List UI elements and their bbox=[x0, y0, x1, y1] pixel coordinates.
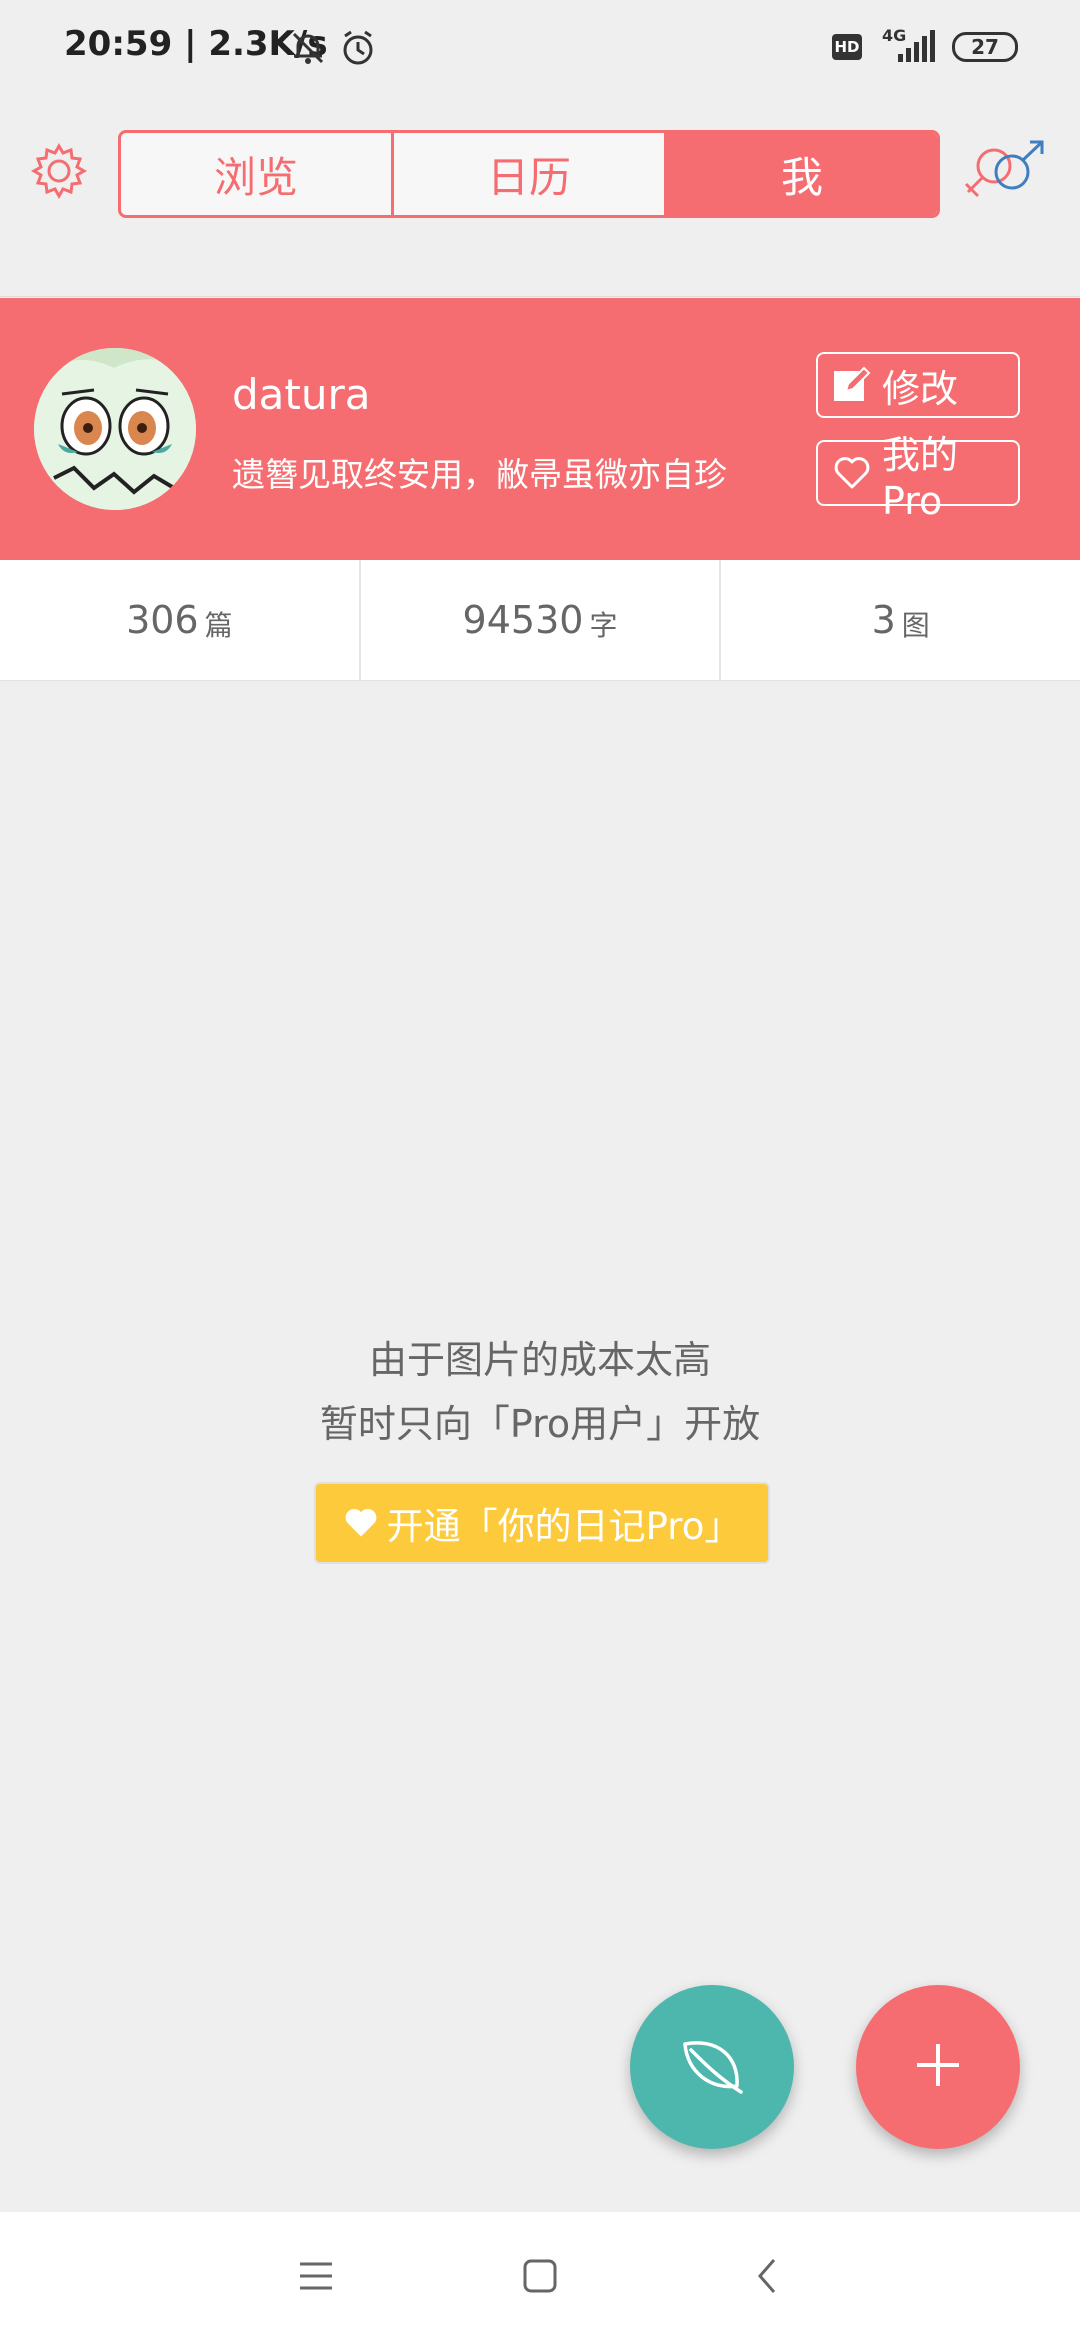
gender-button[interactable] bbox=[960, 136, 1050, 206]
notice-line-1: 由于图片的成本太高 bbox=[368, 1338, 711, 1382]
battery-level: 27 bbox=[971, 35, 999, 59]
profile-bio: 遗簪见取终安用，敝帚虽微亦自珍 bbox=[232, 455, 727, 494]
stat-words-unit: 字 bbox=[589, 609, 618, 642]
leaf-icon bbox=[677, 2030, 747, 2104]
menu-button[interactable] bbox=[292, 2252, 340, 2300]
stat-words-value: 94530 bbox=[462, 598, 584, 642]
signal-icon bbox=[896, 30, 938, 64]
top-navigation: 浏览 日历 我 bbox=[0, 96, 1080, 297]
edit-icon bbox=[832, 365, 872, 405]
stat-images[interactable]: 3 图 bbox=[721, 560, 1080, 680]
battery-icon: 27 bbox=[952, 32, 1018, 62]
avatar[interactable] bbox=[34, 348, 196, 510]
heart-icon bbox=[832, 453, 872, 493]
heart-icon bbox=[343, 1505, 379, 1541]
stats-bar: 306 篇 94530 字 3 图 bbox=[0, 560, 1080, 681]
edit-profile-button[interactable]: 修改 bbox=[816, 352, 1020, 418]
alarm-icon bbox=[338, 28, 378, 68]
hd-icon: HD bbox=[832, 34, 862, 60]
back-icon bbox=[744, 2259, 792, 2304]
gender-icon bbox=[960, 140, 1050, 210]
stat-entries[interactable]: 306 篇 bbox=[0, 560, 361, 680]
edit-label: 修改 bbox=[882, 366, 959, 411]
gear-icon bbox=[30, 142, 88, 204]
stat-words[interactable]: 94530 字 bbox=[361, 560, 722, 680]
plus-icon bbox=[913, 2040, 963, 2094]
tab-calendar[interactable]: 日历 bbox=[394, 133, 667, 215]
home-button[interactable] bbox=[516, 2252, 564, 2300]
pro-notice: 由于图片的成本太高 暂时只向「Pro用户」开放 bbox=[0, 1328, 1080, 1456]
leaf-button[interactable] bbox=[630, 1985, 794, 2149]
tab-me[interactable]: 我 bbox=[667, 133, 937, 215]
stat-entries-value: 306 bbox=[126, 598, 199, 642]
upgrade-label: 开通「你的日记Pro」 bbox=[386, 1505, 742, 1548]
mute-icon bbox=[288, 28, 328, 68]
stat-entries-unit: 篇 bbox=[204, 609, 233, 642]
profile-header: datura 遗簪见取终安用，敝帚虽微亦自珍 修改 我的Pro bbox=[0, 298, 1080, 560]
pro-label: 我的Pro bbox=[882, 432, 959, 523]
stat-images-unit: 图 bbox=[901, 609, 930, 642]
my-pro-button[interactable]: 我的Pro bbox=[816, 433, 1020, 523]
system-nav-bar bbox=[0, 2212, 1080, 2340]
settings-button[interactable] bbox=[30, 142, 88, 200]
back-button[interactable] bbox=[744, 2252, 792, 2300]
notice-line-2: 暂时只向「Pro用户」开放 bbox=[319, 1402, 761, 1446]
tab-bar: 浏览 日历 我 bbox=[118, 130, 940, 218]
tab-browse[interactable]: 浏览 bbox=[121, 133, 394, 215]
username: datura bbox=[232, 370, 371, 419]
home-icon bbox=[516, 2259, 564, 2304]
menu-icon bbox=[292, 2262, 340, 2304]
add-entry-button[interactable] bbox=[856, 1985, 1020, 2149]
upgrade-pro-button[interactable]: 开通「你的日记Pro」 bbox=[314, 1482, 770, 1564]
stat-images-value: 3 bbox=[871, 598, 896, 642]
status-bar: 20:59 | 2.3K/s HD 4G 27 bbox=[0, 0, 1080, 96]
